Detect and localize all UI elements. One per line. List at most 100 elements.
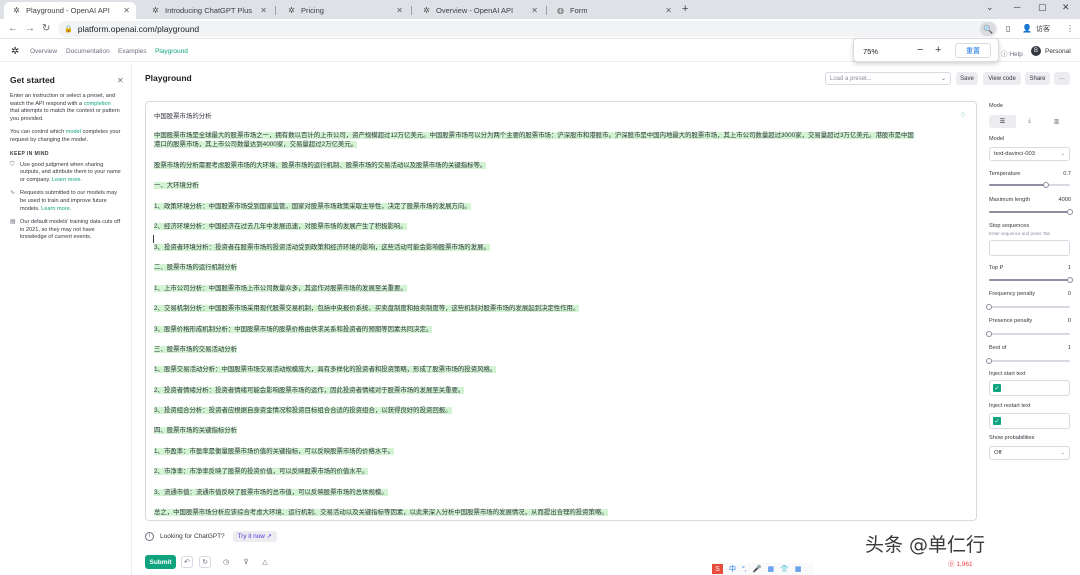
checkbox-checked-icon[interactable]: ✓: [993, 384, 1001, 392]
microphone-icon[interactable]: 🎤: [753, 565, 762, 573]
completion-text: 一、大环境分析: [154, 182, 199, 189]
tab-form[interactable]: ◍ Form ✕: [548, 2, 678, 19]
close-tab-icon[interactable]: ✕: [665, 6, 672, 15]
help-link[interactable]: ⓘ Help: [1001, 48, 1023, 58]
frequency-penalty-slider[interactable]: [986, 304, 1070, 310]
slider-handle[interactable]: [986, 331, 992, 337]
best-of-value[interactable]: 1: [1068, 345, 1071, 351]
ime-lang[interactable]: 中: [729, 564, 736, 574]
tab-separator: [275, 6, 276, 15]
avatar[interactable]: B: [1031, 46, 1041, 56]
zoom-icon[interactable]: 🔍: [980, 22, 996, 36]
zoom-in-button[interactable]: +: [935, 44, 941, 56]
maximize-icon[interactable]: ▢: [1038, 2, 1047, 13]
new-tab-button[interactable]: +: [682, 3, 688, 15]
slider-handle[interactable]: [986, 358, 992, 364]
preset-select[interactable]: Load a preset... ⌄: [825, 72, 951, 85]
toolbox-icon[interactable]: ▦: [795, 565, 802, 573]
edit-mode-icon[interactable]: ▥: [1043, 115, 1070, 128]
max-length-slider[interactable]: [989, 209, 1073, 215]
ime-punct[interactable]: °,: [742, 566, 747, 573]
prompt-editor[interactable]: 中国股票市场的分析 ♢ 中国股票市场是全球最大的股票市场之一，拥有数以百计的上市…: [145, 101, 977, 521]
completion-line: 2、交易机制分析：中国股票市场采用现代股票交易机制，包括中央报价系统、买卖盘制度…: [154, 304, 580, 313]
undo-icon[interactable]: ↶: [181, 556, 193, 568]
personal-label[interactable]: Personal: [1045, 48, 1071, 55]
reload-icon[interactable]: ↻: [42, 23, 50, 34]
top-p-slider[interactable]: [989, 277, 1073, 283]
tab-chatgpt-plus[interactable]: ✲ Introducing ChatGPT Plus ✕: [143, 2, 273, 19]
completion-link[interactable]: completion: [84, 101, 111, 107]
inject-restart-field[interactable]: ✓: [989, 413, 1070, 429]
best-of-slider[interactable]: [986, 358, 1070, 364]
tab-pricing[interactable]: ✲ Pricing ✕: [279, 2, 409, 19]
nav-playground[interactable]: Playground: [155, 48, 188, 55]
text-cursor: [153, 235, 154, 243]
completion-line: 港口的股票市场，其上市公司数量达到4000家，交易量超过2万亿美元。: [154, 140, 358, 149]
insert-mode-icon[interactable]: ⤓: [1016, 115, 1043, 128]
tab-search-icon[interactable]: ⌄: [986, 2, 994, 13]
complete-mode-icon[interactable]: ☰: [989, 115, 1016, 128]
temperature-slider[interactable]: [989, 182, 1070, 188]
close-icon[interactable]: ✕: [117, 76, 124, 85]
minimize-icon[interactable]: ─: [1014, 2, 1020, 12]
nav-examples[interactable]: Examples: [118, 48, 147, 55]
close-tab-icon[interactable]: ✕: [396, 6, 403, 15]
close-tab-icon[interactable]: ✕: [531, 6, 538, 15]
profile-label[interactable]: 访客: [1036, 24, 1050, 34]
inject-start-field[interactable]: ✓: [989, 380, 1070, 396]
show-probabilities-select[interactable]: Off ⌄: [989, 446, 1070, 460]
tab-playground[interactable]: ✲ Playground - OpenAI API ✕: [4, 2, 136, 19]
close-tab-icon[interactable]: ✕: [123, 6, 130, 15]
checkbox-checked-icon[interactable]: ✓: [993, 417, 1001, 425]
learn-more-link[interactable]: Learn more.: [52, 177, 82, 183]
best-of-label: Best of: [989, 345, 1007, 351]
sidebar-toggle-icon[interactable]: ▯: [1006, 24, 1010, 33]
calendar-icon: ▤: [10, 219, 16, 226]
keyboard-icon[interactable]: ▦: [767, 565, 774, 573]
zoom-out-button[interactable]: −: [917, 44, 923, 56]
close-tab-icon[interactable]: ✕: [260, 6, 267, 15]
presence-penalty-slider[interactable]: [986, 331, 1070, 337]
slider-handle[interactable]: [1067, 277, 1073, 283]
top-p-label: Top P: [989, 265, 1004, 271]
completion-line: 股票市场的分析需要考虑股票市场的大环境、股票市场的运行机制、股票市场的交易活动以…: [154, 161, 487, 170]
sogou-icon[interactable]: S: [712, 564, 723, 574]
stop-sequences-input[interactable]: [989, 240, 1070, 256]
submit-button[interactable]: Submit: [145, 555, 176, 569]
nav-overview[interactable]: Overview: [30, 48, 57, 55]
frequency-penalty-value[interactable]: 0: [1068, 291, 1071, 297]
profile-icon[interactable]: 👤: [1022, 24, 1032, 33]
zoom-reset-button[interactable]: 重置: [955, 43, 991, 58]
thumbs-down-icon[interactable]: ⊽: [240, 556, 252, 568]
try-it-now-button[interactable]: Try it now ↗: [232, 530, 277, 542]
max-length-value[interactable]: 4000: [1059, 197, 1071, 203]
temperature-value[interactable]: 0.7: [1063, 171, 1071, 177]
url-field[interactable]: 🔒 platform.openai.com/playground: [58, 21, 998, 37]
skin-icon[interactable]: 👕: [780, 565, 789, 573]
temperature-label: Temperature: [989, 171, 1021, 177]
suggestion-icon[interactable]: ♢: [960, 111, 966, 119]
presence-penalty-value[interactable]: 0: [1068, 318, 1071, 324]
openai-logo-icon[interactable]: ✲: [11, 46, 19, 57]
thumbs-up-icon[interactable]: △: [259, 556, 271, 568]
forward-icon[interactable]: →: [25, 23, 35, 34]
slider-handle[interactable]: [1042, 182, 1049, 188]
tab-overview[interactable]: ✲ Overview - OpenAI API ✕: [414, 2, 544, 19]
model-select[interactable]: text-davinci-003 ⌄: [989, 147, 1070, 161]
openai-favicon-icon: ✲: [152, 6, 159, 15]
tab-separator: [546, 6, 547, 15]
top-p-value[interactable]: 1: [1068, 265, 1071, 271]
back-icon[interactable]: ←: [8, 23, 18, 34]
nav-documentation[interactable]: Documentation: [66, 48, 110, 55]
window-close-icon[interactable]: ✕: [1062, 2, 1070, 13]
save-button[interactable]: Save: [956, 72, 978, 85]
learn-more-link[interactable]: Learn more.: [41, 206, 71, 212]
slider-handle[interactable]: [1067, 209, 1073, 215]
history-icon[interactable]: ◷: [220, 556, 232, 568]
zoom-value: 75%: [863, 47, 879, 56]
model-link[interactable]: model: [66, 129, 81, 135]
lock-icon[interactable]: 🔒: [64, 25, 73, 33]
slider-handle[interactable]: [986, 304, 992, 310]
browser-menu-icon[interactable]: ⋮: [1066, 24, 1074, 33]
regenerate-icon[interactable]: ↻: [199, 556, 211, 568]
